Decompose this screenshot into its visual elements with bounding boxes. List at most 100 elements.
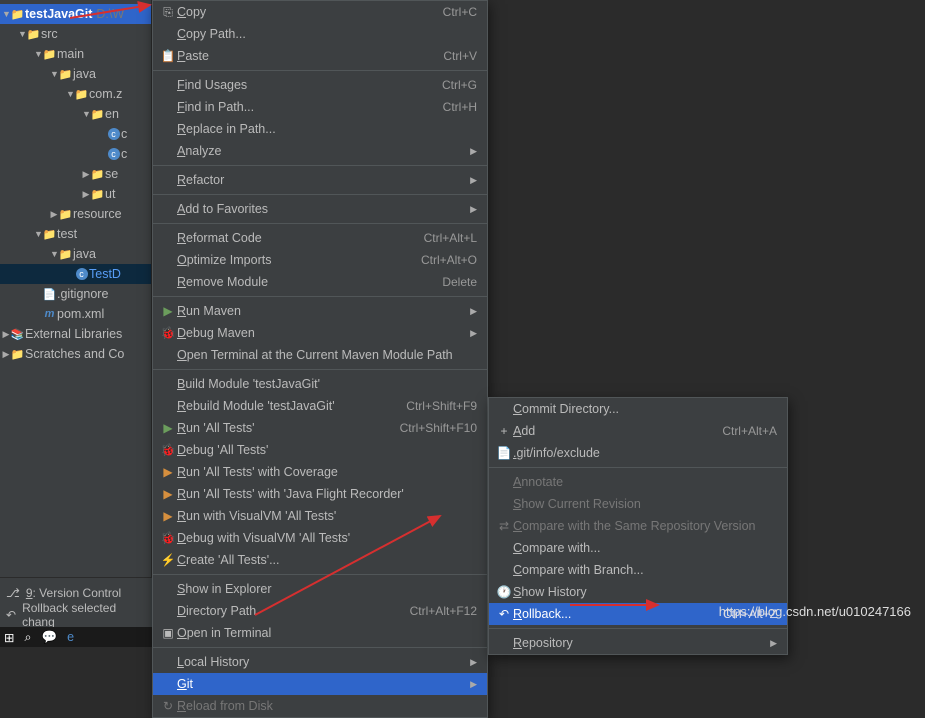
ctx-main-item-22[interactable]: Rebuild Module 'testJavaGit'Ctrl+Shift+F… [153,395,487,417]
menu-label: Annotate [513,475,777,489]
tree-main[interactable]: ▼📁main [0,44,151,64]
menu-item-icon: ▣ [159,626,177,640]
os-taskbar: ⊞ ⌕ 💬 e [0,627,152,647]
ctx-main-item-24[interactable]: 🐞Debug 'All Tests' [153,439,487,461]
ctx-git-item-4: Annotate [489,471,787,493]
ctx-main-item-9[interactable]: Refactor▶ [153,169,487,191]
submenu-arrow-icon: ▶ [469,679,477,690]
tree-project-root[interactable]: ▼📁 testJavaGit D:\W [0,4,151,24]
wechat-icon[interactable]: 💬 [42,630,58,645]
ctx-main-item-14[interactable]: Optimize ImportsCtrl+Alt+O [153,249,487,271]
tree-pkg[interactable]: ▼📁com.z [0,84,151,104]
tree-src[interactable]: ▼📁src [0,24,151,44]
ctx-git-item-7[interactable]: Compare with... [489,537,787,559]
ctx-main-item-21[interactable]: Build Module 'testJavaGit' [153,373,487,395]
ctx-main-item-7[interactable]: Analyze▶ [153,140,487,162]
menu-label: Optimize Imports [177,253,421,267]
menu-label: Compare with... [513,541,777,555]
ctx-main-item-19[interactable]: Open Terminal at the Current Maven Modul… [153,344,487,366]
menu-label: Run 'All Tests' with Coverage [177,465,477,479]
tree-en[interactable]: ▼📁en [0,104,151,124]
ctx-main-item-28[interactable]: 🐞Debug with VisualVM 'All Tests' [153,527,487,549]
menu-shortcut: Ctrl+Alt+A [722,424,777,438]
ctx-main-item-15[interactable]: Remove ModuleDelete [153,271,487,293]
menu-label: Debug 'All Tests' [177,443,477,457]
tree-testd[interactable]: cTestD [0,264,151,284]
ctx-main-item-4[interactable]: Find UsagesCtrl+G [153,74,487,96]
watermark: https://blog.csdn.net/u010247166 [719,604,911,619]
menu-label: Show Current Revision [513,497,777,511]
submenu-arrow-icon: ▶ [469,204,477,215]
menu-label: Directory Path [177,604,410,618]
ctx-git-item-8[interactable]: Compare with Branch... [489,559,787,581]
tree-class-2[interactable]: cc [0,144,151,164]
ctx-main-item-33[interactable]: ▣Open in Terminal [153,622,487,644]
menu-label: Add to Favorites [177,202,469,216]
menu-item-icon: + [495,424,513,438]
ctx-main-item-23[interactable]: ▶Run 'All Tests'Ctrl+Shift+F10 [153,417,487,439]
ctx-git-item-1[interactable]: +AddCtrl+Alt+A [489,420,787,442]
menu-label: Open in Terminal [177,626,477,640]
menu-shortcut: Ctrl+V [443,49,477,63]
ctx-git-item-9[interactable]: 🕐Show History [489,581,787,603]
ctx-git-item-5: Show Current Revision [489,493,787,515]
menu-label: Paste [177,49,443,63]
ctx-main-item-31[interactable]: Show in Explorer [153,578,487,600]
tree-gitignore[interactable]: 📄.gitignore [0,284,151,304]
tree-extlib[interactable]: ▶📚External Libraries [0,324,151,344]
ctx-main-item-13[interactable]: Reformat CodeCtrl+Alt+L [153,227,487,249]
tree-java[interactable]: ▼📁java [0,64,151,84]
menu-label: Run Maven [177,304,469,318]
menu-label: Reload from Disk [177,699,477,713]
menu-label: Refactor [177,173,469,187]
edge-icon[interactable]: e [67,630,74,644]
menu-label: Add [513,424,722,438]
ctx-main-item-0[interactable]: ⎘CopyCtrl+C [153,1,487,23]
ctx-git-item-6: ⇄Compare with the Same Repository Versio… [489,515,787,537]
menu-label: Run 'All Tests' [177,421,400,435]
submenu-arrow-icon: ▶ [469,306,477,317]
ctx-main-item-1[interactable]: Copy Path... [153,23,487,45]
menu-label: Analyze [177,144,469,158]
tree-ut[interactable]: ▶📁ut [0,184,151,204]
tree-class-1[interactable]: cc [0,124,151,144]
tree-java-test[interactable]: ▼📁java [0,244,151,264]
ctx-main-item-11[interactable]: Add to Favorites▶ [153,198,487,220]
tree-se[interactable]: ▶📁se [0,164,151,184]
menu-item-icon: ↻ [159,699,177,713]
ctx-main-item-25[interactable]: ▶Run 'All Tests' with Coverage [153,461,487,483]
tree-resource[interactable]: ▶📁resource [0,204,151,224]
menu-item-icon: ▶ [159,304,177,318]
windows-start-icon[interactable]: ⊞ [4,630,14,645]
menu-label: Compare with Branch... [513,563,777,577]
tree-scratch[interactable]: ▶📁Scratches and Co [0,344,151,364]
menu-label: Run with VisualVM 'All Tests' [177,509,477,523]
ctx-main-item-36[interactable]: Git▶ [153,673,487,695]
ctx-main-item-32[interactable]: Directory PathCtrl+Alt+F12 [153,600,487,622]
menu-label: Run 'All Tests' with 'Java Flight Record… [177,487,477,501]
ctx-main-item-6[interactable]: Replace in Path... [153,118,487,140]
menu-item-icon: ↶ [495,607,513,621]
menu-label: Git [177,677,469,691]
menu-item-icon: ⚡ [159,553,177,567]
ctx-main-item-5[interactable]: Find in Path...Ctrl+H [153,96,487,118]
ctx-main-item-29[interactable]: ⚡Create 'All Tests'... [153,549,487,571]
class-icon: c [108,128,120,140]
tree-pom[interactable]: mpom.xml [0,304,151,324]
ctx-main-item-26[interactable]: ▶Run 'All Tests' with 'Java Flight Recor… [153,483,487,505]
ctx-git-item-0[interactable]: Commit Directory... [489,398,787,420]
search-icon[interactable]: ⌕ [24,630,31,645]
ctx-main-item-35[interactable]: Local History▶ [153,651,487,673]
ctx-main-item-27[interactable]: ▶Run with VisualVM 'All Tests' [153,505,487,527]
menu-shortcut: Ctrl+C [443,5,477,19]
menu-item-icon: ▶ [159,421,177,435]
ctx-main-item-18[interactable]: 🐞Debug Maven▶ [153,322,487,344]
menu-item-icon: 🐞 [159,326,177,340]
ctx-main-item-2[interactable]: 📋PasteCtrl+V [153,45,487,67]
ctx-main-item-17[interactable]: ▶Run Maven▶ [153,300,487,322]
menu-shortcut: Ctrl+G [442,78,477,92]
tree-test[interactable]: ▼📁test [0,224,151,244]
ctx-git-item-2[interactable]: 📄.git/info/exclude [489,442,787,464]
menu-item-icon: ▶ [159,509,177,523]
ctx-git-item-12[interactable]: Repository▶ [489,632,787,654]
